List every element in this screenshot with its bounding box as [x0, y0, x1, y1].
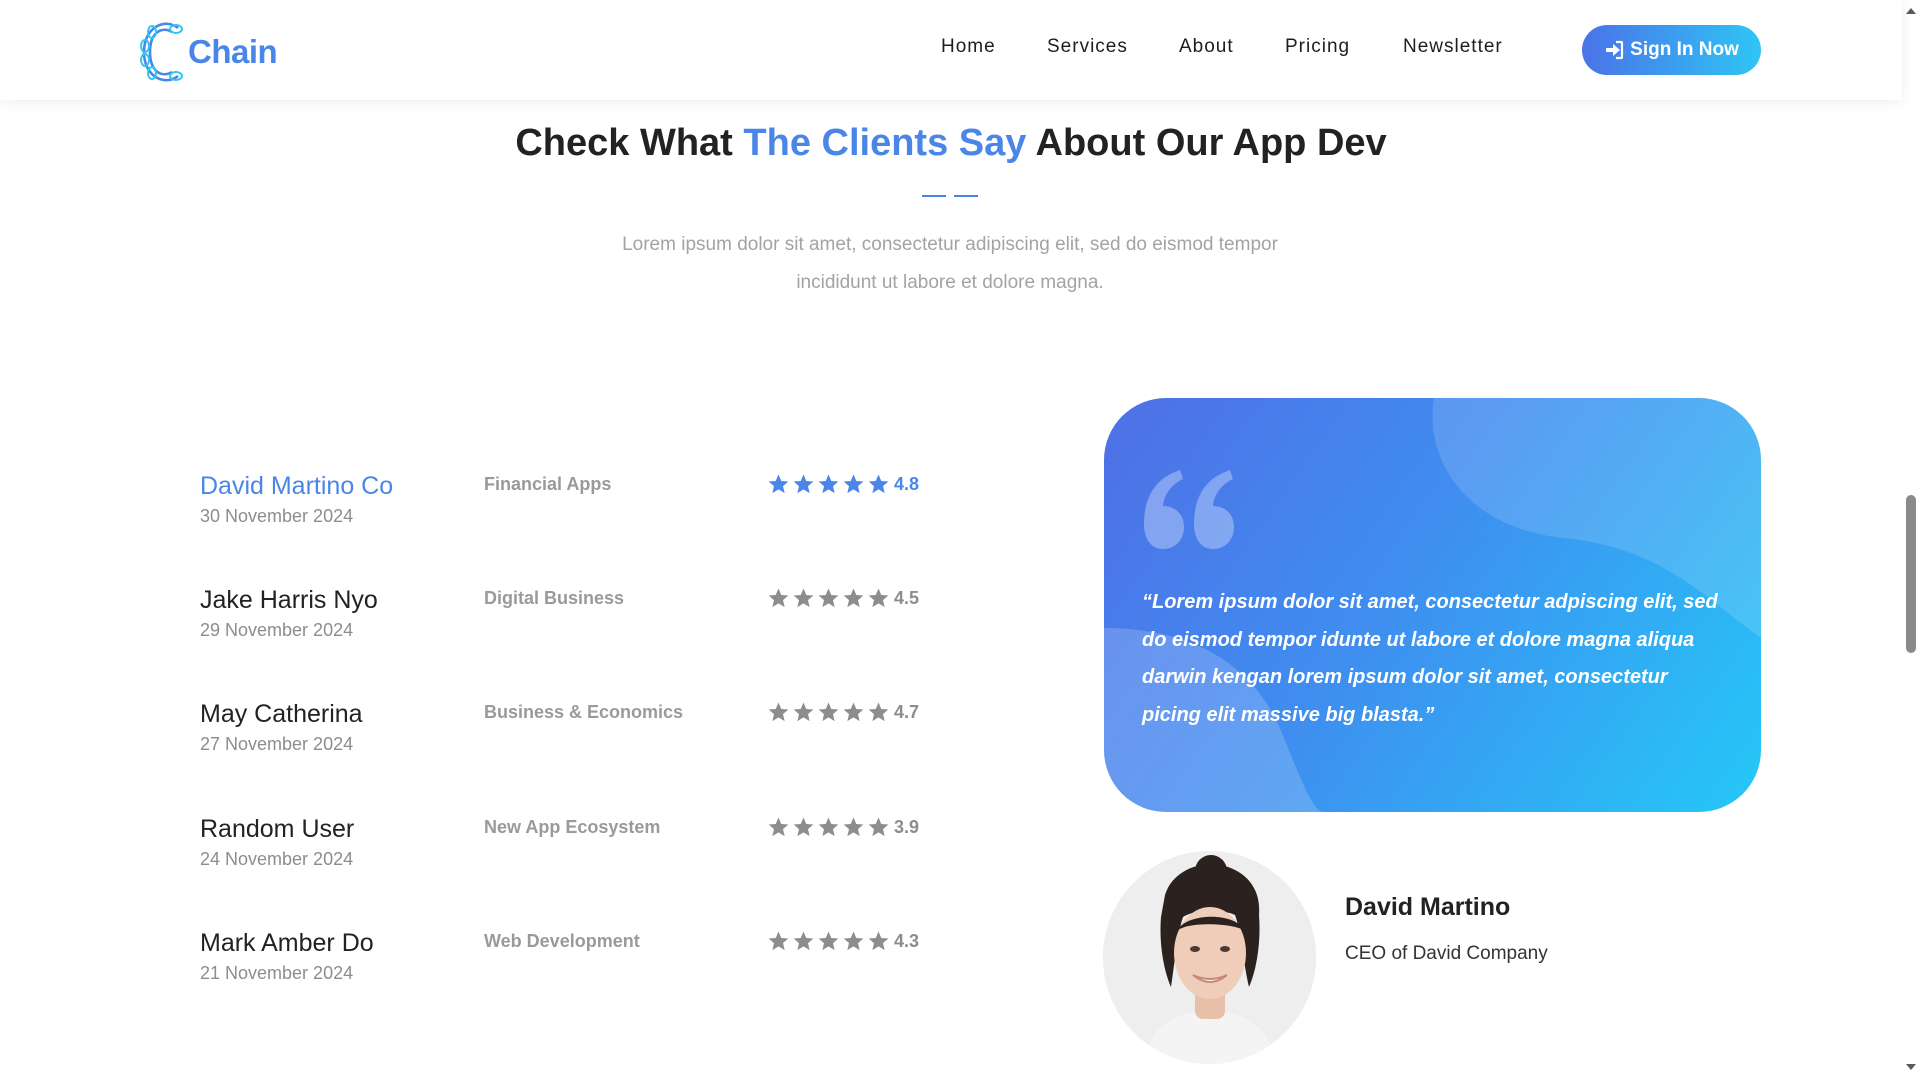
nav-pricing[interactable]: Pricing [1285, 36, 1350, 58]
section-title-pre: Check What [515, 122, 744, 164]
rating-value: 4.8 [894, 474, 920, 494]
quote-icon [1144, 470, 1234, 549]
author-name: David Martino [1345, 893, 1511, 921]
author-photo [1103, 851, 1316, 1064]
star-icon [793, 931, 814, 951]
star-rating [767, 587, 890, 610]
star-icon [818, 702, 839, 722]
rating: 4.5 [767, 587, 919, 610]
scrollbar-thumb[interactable] [1906, 495, 1916, 653]
rating: 4.7 [767, 701, 919, 724]
star-icon [868, 817, 889, 837]
star-icon [868, 474, 889, 494]
star-icon [793, 588, 814, 608]
star-icon [868, 702, 889, 722]
section-title-accent: The Clients Say [743, 122, 1027, 164]
testimonial-quote: “Lorem ipsum dolor sit amet, consectetur… [1142, 591, 1718, 726]
review-category: New App Ecosystem [484, 817, 661, 837]
reviewer-name: Mark Amber Do [200, 929, 374, 957]
reviewer-name: May Catherina [200, 700, 363, 728]
star-rating [767, 701, 890, 724]
star-icon [768, 931, 789, 951]
brand-logo[interactable]: Chain [138, 20, 278, 84]
review-category: Digital Business [484, 588, 625, 608]
review-date: 29 November 2024 [200, 620, 354, 640]
section-title-post: About Our App Dev [1026, 122, 1387, 164]
star-rating [767, 473, 890, 496]
section-subtitle: Lorem ipsum dolor sit amet, consectetur … [622, 234, 1278, 293]
review-date: 30 November 2024 [200, 506, 354, 526]
star-icon [868, 588, 889, 608]
nav-about[interactable]: About [1179, 36, 1234, 58]
title-divider [922, 195, 978, 197]
sign-in-button[interactable]: Sign In Now [1582, 25, 1761, 75]
nav-services[interactable]: Services [1047, 36, 1128, 58]
review-date: 27 November 2024 [200, 734, 354, 754]
star-icon [768, 817, 789, 837]
rating: 3.9 [767, 816, 919, 839]
page-scrollbar[interactable] [1902, 0, 1920, 1080]
sign-in-label: Sign In Now [1630, 39, 1739, 60]
reviewer-name: Jake Harris Nyo [200, 586, 378, 614]
star-icon [868, 931, 889, 951]
star-icon [793, 817, 814, 837]
author-role: CEO of David Company [1345, 943, 1548, 964]
scroll-down-arrow-icon[interactable] [1906, 1062, 1916, 1072]
nav-home[interactable]: Home [941, 36, 996, 58]
review-category: Financial Apps [484, 474, 612, 494]
review-item[interactable]: Mark Amber Do 21 November 2024 Web Devel… [200, 929, 960, 1009]
star-icon [818, 817, 839, 837]
reviewer-name: David Martino Co [200, 472, 394, 500]
sign-in-icon [1606, 40, 1624, 60]
star-rating [767, 930, 890, 953]
scroll-up-arrow-icon[interactable] [1906, 6, 1916, 16]
star-icon [793, 702, 814, 722]
star-icon [768, 702, 789, 722]
testimonial-card: “Lorem ipsum dolor sit amet, consectetur… [1104, 398, 1761, 812]
reviewer-name: Random User [200, 815, 355, 843]
star-rating [767, 816, 890, 839]
review-item[interactable]: Random User 24 November 2024 New App Eco… [200, 815, 960, 895]
review-category: Business & Economics [484, 702, 684, 722]
review-date: 24 November 2024 [200, 849, 354, 869]
star-icon [818, 931, 839, 951]
star-icon [843, 931, 864, 951]
star-icon [818, 588, 839, 608]
star-icon [843, 474, 864, 494]
section-title: Check What The Clients Say About Our App… [0, 122, 1902, 165]
site-header: Chain Home Services About Pricing Newsle… [0, 0, 1902, 100]
rating: 4.8 [767, 473, 919, 496]
star-icon [768, 588, 789, 608]
avatar [1103, 851, 1316, 1064]
star-icon [843, 702, 864, 722]
review-date: 21 November 2024 [200, 963, 354, 983]
star-icon [818, 474, 839, 494]
rating-value: 4.3 [894, 931, 920, 951]
nav-newsletter[interactable]: Newsletter [1403, 36, 1503, 58]
rating-value: 4.5 [894, 588, 920, 608]
star-icon [843, 817, 864, 837]
star-icon [768, 474, 789, 494]
brand-name: Chain [188, 33, 278, 70]
review-item[interactable]: David Martino Co 30 November 2024 Financ… [200, 472, 960, 552]
rating: 4.3 [767, 930, 919, 953]
rating-value: 4.7 [894, 702, 920, 722]
review-item[interactable]: May Catherina 27 November 2024 Business … [200, 700, 960, 780]
star-icon [843, 588, 864, 608]
review-category: Web Development [484, 931, 640, 951]
rating-value: 3.9 [894, 817, 920, 837]
review-item[interactable]: Jake Harris Nyo 29 November 2024 Digital… [200, 586, 960, 666]
star-icon [793, 474, 814, 494]
chain-link-icon [140, 22, 183, 82]
